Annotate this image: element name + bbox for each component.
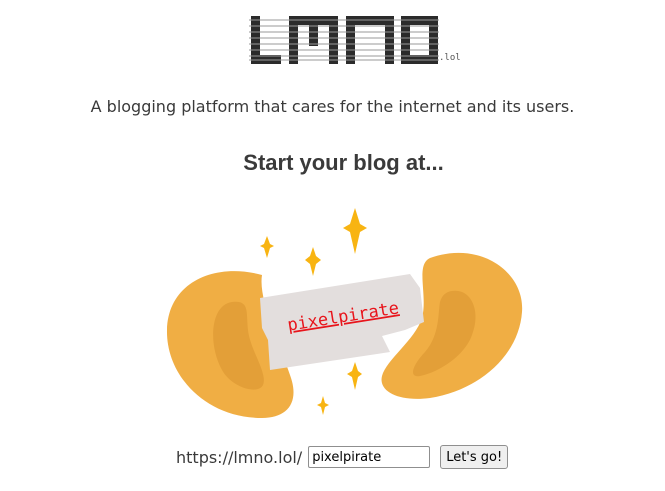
- sparkle-left: [260, 236, 274, 258]
- signup-form: https://lmno.lol/ Let's go!: [176, 443, 509, 471]
- url-prefix: https://lmno.lol/: [176, 447, 303, 467]
- logo-wordmark: [249, 16, 439, 64]
- sparkle-mid: [305, 247, 321, 276]
- lets-go-button[interactable]: Let's go!: [440, 445, 509, 469]
- fortune-cookie-illustration: pixelpirate: [166, 208, 523, 418]
- sparkle-lower: [347, 362, 362, 390]
- logo-tld: .lol: [439, 53, 461, 63]
- logo[interactable]: .lol: [249, 14, 461, 66]
- sparkle-large: [343, 208, 367, 254]
- blog-name-input[interactable]: [308, 446, 431, 468]
- tagline: A blogging platform that cares for the i…: [90, 97, 575, 116]
- page-heading: Start your blog at...: [243, 150, 444, 175]
- sparkle-bottom: [317, 396, 329, 415]
